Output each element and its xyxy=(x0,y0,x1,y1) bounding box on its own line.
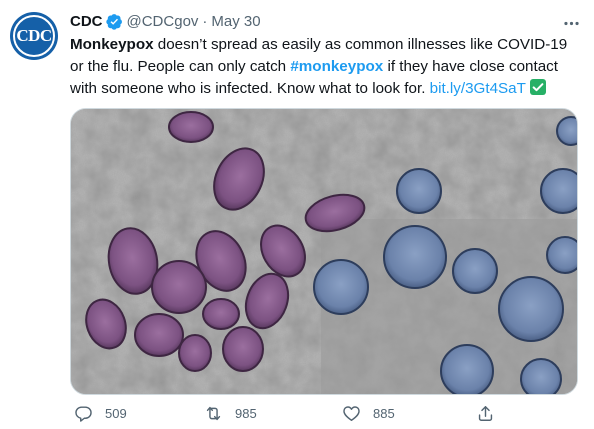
separator-dot: · xyxy=(202,12,208,30)
share-icon xyxy=(478,405,493,421)
more-options-icon xyxy=(563,21,579,25)
heart-icon xyxy=(343,405,360,421)
avatar[interactable]: CDC xyxy=(10,12,58,60)
reply-count: 509 xyxy=(105,405,127,421)
retweet-icon xyxy=(206,406,221,420)
action-bar: 509 985 885 xyxy=(70,401,500,425)
tweet-media-image[interactable] xyxy=(70,108,578,395)
short-link[interactable]: bit.ly/3Gt4SaT xyxy=(430,80,526,97)
tweet-date[interactable]: May 30 xyxy=(211,13,260,30)
reply-icon xyxy=(75,405,92,422)
avatar-logo-text: CDC xyxy=(16,26,52,45)
retweet-button[interactable]: 985 xyxy=(204,401,257,425)
author-name[interactable]: CDC xyxy=(70,13,103,30)
hashtag-link[interactable]: #monkeypox xyxy=(290,58,383,75)
check-mark-emoji-icon xyxy=(529,79,546,95)
share-button[interactable] xyxy=(476,401,495,425)
tweet-text-bold: Monkeypox xyxy=(70,36,154,53)
like-count: 885 xyxy=(373,405,395,421)
author-handle[interactable]: @CDCgov xyxy=(127,13,199,30)
tweet-text: Monkeypox doesn’t spread as easily as co… xyxy=(70,34,584,100)
more-options-button[interactable] xyxy=(560,12,582,34)
retweet-count: 985 xyxy=(235,405,257,421)
tweet[interactable]: CDC CDC @CDCgov · May 30 Monkeypox doesn… xyxy=(0,0,594,429)
verified-badge-icon[interactable] xyxy=(105,13,123,30)
reply-button[interactable]: 509 xyxy=(74,401,127,425)
micrograph-image xyxy=(71,109,577,394)
tweet-header: CDC @CDCgov · May 30 xyxy=(70,11,261,31)
like-button[interactable]: 885 xyxy=(342,401,395,425)
